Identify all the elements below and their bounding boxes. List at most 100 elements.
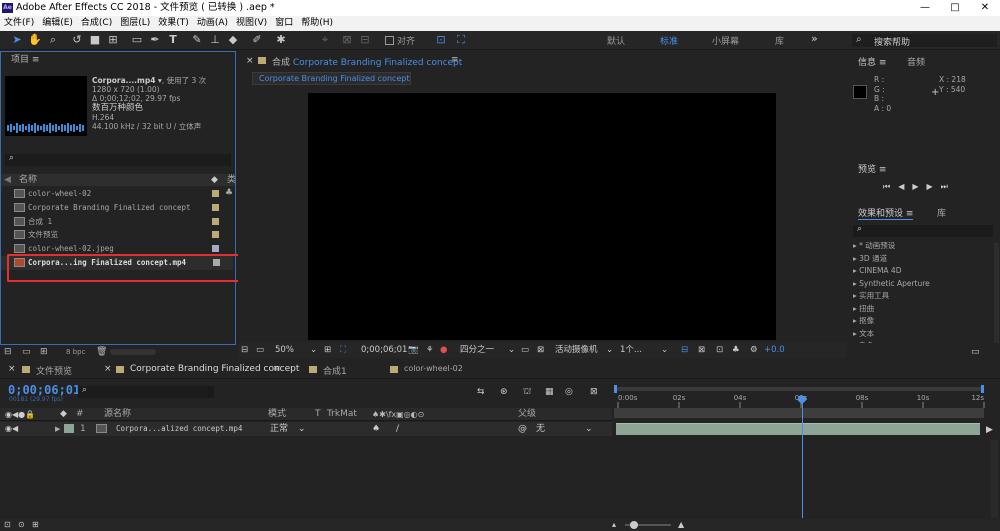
quality-switch-icon[interactable]: / xyxy=(396,422,399,436)
chevron-down-icon[interactable]: ⌄ xyxy=(298,422,306,436)
help-search-box[interactable]: ⌕ 搜索帮助 xyxy=(852,34,997,48)
interpret-footage-icon[interactable]: ⊟ xyxy=(4,345,12,359)
project-item-row[interactable]: 合成 1 xyxy=(1,215,233,229)
panel-menu-icon[interactable]: ≡ xyxy=(451,55,459,65)
preview-file-name[interactable]: Corpora....mp4 ▾ xyxy=(92,76,162,85)
motion-blur-icon[interactable]: ◎ xyxy=(565,387,573,397)
draft-3d-icon[interactable]: ⊛ xyxy=(500,387,508,397)
layer-expand-icon[interactable]: ▶ xyxy=(55,422,60,436)
puppet-pin-tool-icon[interactable]: ✱ xyxy=(274,33,288,47)
work-area-bar[interactable] xyxy=(614,387,984,391)
layer-name[interactable]: Corpora...alized concept.mp4 xyxy=(116,422,242,436)
layer-visibility-icon[interactable]: ◉◀ xyxy=(5,422,18,436)
panel-menu-icon[interactable]: ≡ xyxy=(273,364,281,374)
grid-icon[interactable]: ⊞ xyxy=(324,342,331,358)
next-frame-icon[interactable]: ▶ xyxy=(927,182,941,191)
layer-color-label[interactable] xyxy=(64,424,74,433)
project-item-row[interactable]: color-wheel-02 ♣ xyxy=(1,187,233,201)
parent-header[interactable]: 父级 xyxy=(518,408,536,421)
shy-switch-icon[interactable]: ♠ xyxy=(372,422,380,436)
effects-category[interactable]: ▸ 扭曲 xyxy=(849,303,993,316)
effects-category[interactable]: ▸ 3D 通道 xyxy=(849,253,993,266)
project-search-input[interactable]: ⌕ xyxy=(5,153,231,166)
effects-category[interactable]: ▸ * 动画预设 xyxy=(849,240,993,253)
label-color-swatch[interactable] xyxy=(212,245,219,253)
timeline-search-input[interactable]: ⌕ xyxy=(78,385,214,398)
tab-file-preview[interactable]: 文件预览 xyxy=(36,364,72,377)
effects-category[interactable]: ▸ 实用工具 xyxy=(849,290,993,303)
project-tab[interactable]: 项目 ≡ xyxy=(1,52,235,68)
world-axis-icon[interactable]: ⊠ xyxy=(340,33,354,47)
pan-behind-tool-icon[interactable]: ⊞ xyxy=(106,33,120,47)
name-column-header[interactable]: 名称 xyxy=(19,174,37,186)
display-icon[interactable]: ▭ xyxy=(256,342,264,358)
hand-tool-icon[interactable]: ✋ xyxy=(28,33,42,47)
rotate-tool-icon[interactable]: ↺ xyxy=(70,33,84,47)
chevron-down-icon[interactable]: ⌄ xyxy=(585,422,593,436)
show-snapshot-icon[interactable]: ⚘ xyxy=(426,342,434,358)
menu-item-6[interactable]: 视图(V) xyxy=(232,16,271,31)
menu-item-1[interactable]: 编辑(E) xyxy=(38,16,77,31)
workspace-default[interactable]: 默认 xyxy=(607,34,625,47)
chevron-down-icon[interactable]: ⌄ xyxy=(606,342,613,358)
pickwhip-icon[interactable]: @ xyxy=(518,422,527,436)
menu-item-7[interactable]: 窗口 xyxy=(271,16,297,31)
menu-item-4[interactable]: 效果(T) xyxy=(154,16,193,31)
label-color-swatch[interactable] xyxy=(212,231,219,239)
shy-layers-icon[interactable]: ⛫ xyxy=(523,387,531,398)
text-tool-icon[interactable]: T xyxy=(166,33,180,47)
zoom-in-icon[interactable]: ▲ xyxy=(678,519,684,531)
effects-category[interactable]: ▸ Synthetic Aperture xyxy=(849,278,993,291)
menu-item-8[interactable]: 帮助(H) xyxy=(297,16,337,31)
effects-category[interactable]: ▸ 杂色 xyxy=(849,340,993,343)
menu-item-0[interactable]: 文件(F) xyxy=(0,16,38,31)
snap-corner-icon[interactable]: ⛶ xyxy=(454,33,468,47)
rectangle-tool-icon[interactable]: ▭ xyxy=(130,33,144,47)
label-color-swatch[interactable] xyxy=(212,203,219,211)
zoom-tool-icon[interactable]: ⌕ xyxy=(46,33,60,47)
clone-stamp-tool-icon[interactable]: ⊥ xyxy=(208,33,222,47)
comp-mini-flowchart-icon[interactable]: ⇆ xyxy=(477,387,485,397)
views-select[interactable]: 1个... xyxy=(620,342,642,358)
project-item-row[interactable]: Corporate Branding Finalized concept xyxy=(1,201,233,215)
t-header[interactable]: T xyxy=(315,408,321,421)
audio-tab[interactable]: 音频 xyxy=(907,55,925,68)
panel-menu-icon[interactable]: ≡ xyxy=(32,55,40,65)
roto-brush-tool-icon[interactable]: ✐ xyxy=(250,33,264,47)
preview-tab[interactable]: 预览 ≡ xyxy=(858,162,886,175)
snapshot-icon[interactable]: 📷 xyxy=(408,342,419,358)
maximize-button[interactable]: □ xyxy=(940,0,970,16)
eraser-tool-icon[interactable]: ◆ xyxy=(226,33,240,47)
in-out-duration-icon[interactable]: ⊞ xyxy=(32,519,39,531)
timeline-icon[interactable]: ⊡ xyxy=(716,342,723,358)
layer-mode-select[interactable]: 正常 xyxy=(270,422,288,436)
first-frame-icon[interactable]: ⏮ xyxy=(883,182,898,191)
snap-checkbox[interactable] xyxy=(385,36,394,45)
effects-tab[interactable]: 效果和预设 ≡ xyxy=(858,206,914,220)
delete-icon[interactable]: 🗑 xyxy=(96,345,107,359)
menu-item-3[interactable]: 图层(L) xyxy=(116,16,154,31)
parent-select[interactable]: 无 xyxy=(536,422,545,436)
region-of-interest-icon[interactable]: ▭ xyxy=(521,342,529,358)
zoom-value[interactable]: 50% xyxy=(275,342,294,358)
bit-depth-label[interactable]: 8 bpc xyxy=(66,345,85,359)
effects-category[interactable]: ▸ 文本 xyxy=(849,328,993,341)
info-tab[interactable]: 信息 ≡ xyxy=(858,55,886,68)
scroll-right-icon[interactable]: ▶ xyxy=(986,425,993,435)
tab-comp-1[interactable]: 合成1 xyxy=(323,364,347,377)
menu-item-5[interactable]: 动画(A) xyxy=(193,16,232,31)
exposure-reset-icon[interactable]: ⚙ xyxy=(750,342,758,358)
new-folder-icon[interactable]: ▭ xyxy=(22,345,31,359)
source-name-header[interactable]: 源名称 xyxy=(104,408,131,421)
close-button[interactable]: ✕ xyxy=(970,0,1000,16)
toggle-pixel-icon[interactable]: ⊟ xyxy=(681,342,688,358)
close-tab-icon[interactable]: × xyxy=(104,364,112,374)
minimize-button[interactable]: — xyxy=(910,0,940,16)
label-color-swatch[interactable] xyxy=(212,217,219,225)
effects-category[interactable]: ▸ 抠像 xyxy=(849,315,993,328)
label-column-icon[interactable]: ◆ xyxy=(211,174,218,186)
tab-color-wheel[interactable]: color-wheel-02 xyxy=(404,364,463,373)
comp-timecode[interactable]: 0;00;06;01 xyxy=(361,342,407,358)
brush-tool-icon[interactable]: ✎ xyxy=(190,33,204,47)
time-navigator[interactable] xyxy=(614,408,984,418)
